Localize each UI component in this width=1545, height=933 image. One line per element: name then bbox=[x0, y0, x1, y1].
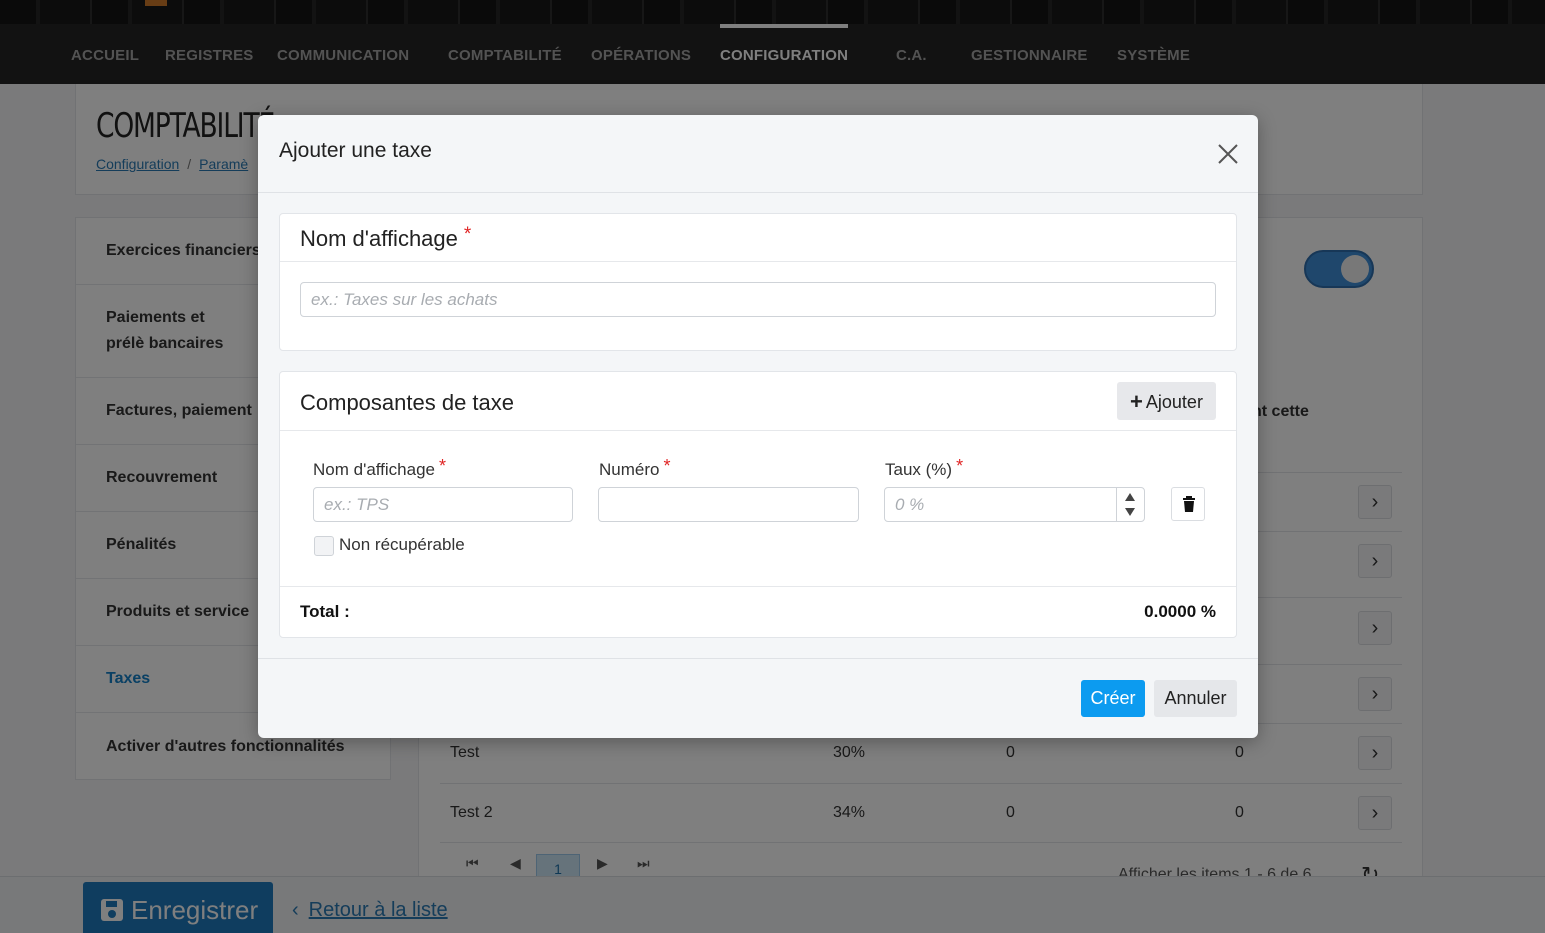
add-tax-modal: Ajouter une taxe Nom d'affichage* Compos… bbox=[258, 115, 1258, 738]
caret-down-icon[interactable] bbox=[1125, 508, 1135, 516]
trash-icon bbox=[1183, 496, 1195, 512]
total-divider bbox=[280, 586, 1236, 587]
caret-up-icon[interactable] bbox=[1125, 493, 1135, 501]
non-recoverable-label: Non récupérable bbox=[339, 535, 465, 554]
display-name-input[interactable] bbox=[300, 282, 1216, 317]
tax-components-card: Composantes de taxe + Ajouter Nom d'affic… bbox=[279, 371, 1237, 638]
required-asterisk: * bbox=[663, 456, 671, 476]
component-name-input[interactable] bbox=[313, 487, 573, 522]
non-recoverable-checkbox[interactable] bbox=[314, 536, 334, 556]
display-name-card-header: Nom d'affichage * bbox=[280, 214, 1236, 262]
required-asterisk: * bbox=[439, 456, 447, 476]
component-number-label: Numéro * bbox=[599, 456, 671, 480]
required-asterisk: * bbox=[463, 224, 472, 245]
display-name-card: Nom d'affichage * bbox=[279, 213, 1237, 351]
add-component-button[interactable]: + Ajouter bbox=[1117, 382, 1216, 420]
component-name-label-text: Nom d'affichage bbox=[313, 460, 436, 479]
component-rate-input[interactable] bbox=[884, 487, 1145, 522]
required-asterisk: * bbox=[956, 456, 964, 476]
tax-components-title: Composantes de taxe bbox=[300, 390, 515, 415]
component-rate-label-text: Taux (%) bbox=[885, 460, 953, 479]
total-value: 0.0000 % bbox=[1144, 602, 1216, 621]
component-rate-label: Taux (%) * bbox=[885, 456, 964, 480]
add-component-label: Ajouter bbox=[1145, 392, 1203, 412]
close-icon[interactable] bbox=[1216, 142, 1240, 166]
rate-spinner[interactable] bbox=[1116, 487, 1144, 522]
plus-icon: + bbox=[1130, 389, 1143, 414]
create-button[interactable]: Créer bbox=[1081, 680, 1145, 717]
display-name-title: Nom d'affichage * bbox=[300, 224, 472, 252]
modal-title: Ajouter une taxe bbox=[279, 139, 432, 162]
tax-components-card-header: Composantes de taxe + Ajouter bbox=[280, 372, 1236, 431]
component-number-label-text: Numéro bbox=[599, 460, 660, 479]
cancel-button[interactable]: Annuler bbox=[1154, 680, 1237, 717]
total-label: Total : bbox=[300, 602, 350, 621]
component-name-label: Nom d'affichage * bbox=[313, 456, 447, 480]
component-number-input[interactable] bbox=[598, 487, 859, 522]
modal-header: Ajouter une taxe bbox=[258, 115, 1258, 193]
display-name-title-text: Nom d'affichage bbox=[300, 226, 458, 251]
delete-component-button[interactable] bbox=[1171, 487, 1205, 521]
modal-footer-divider bbox=[258, 658, 1258, 659]
